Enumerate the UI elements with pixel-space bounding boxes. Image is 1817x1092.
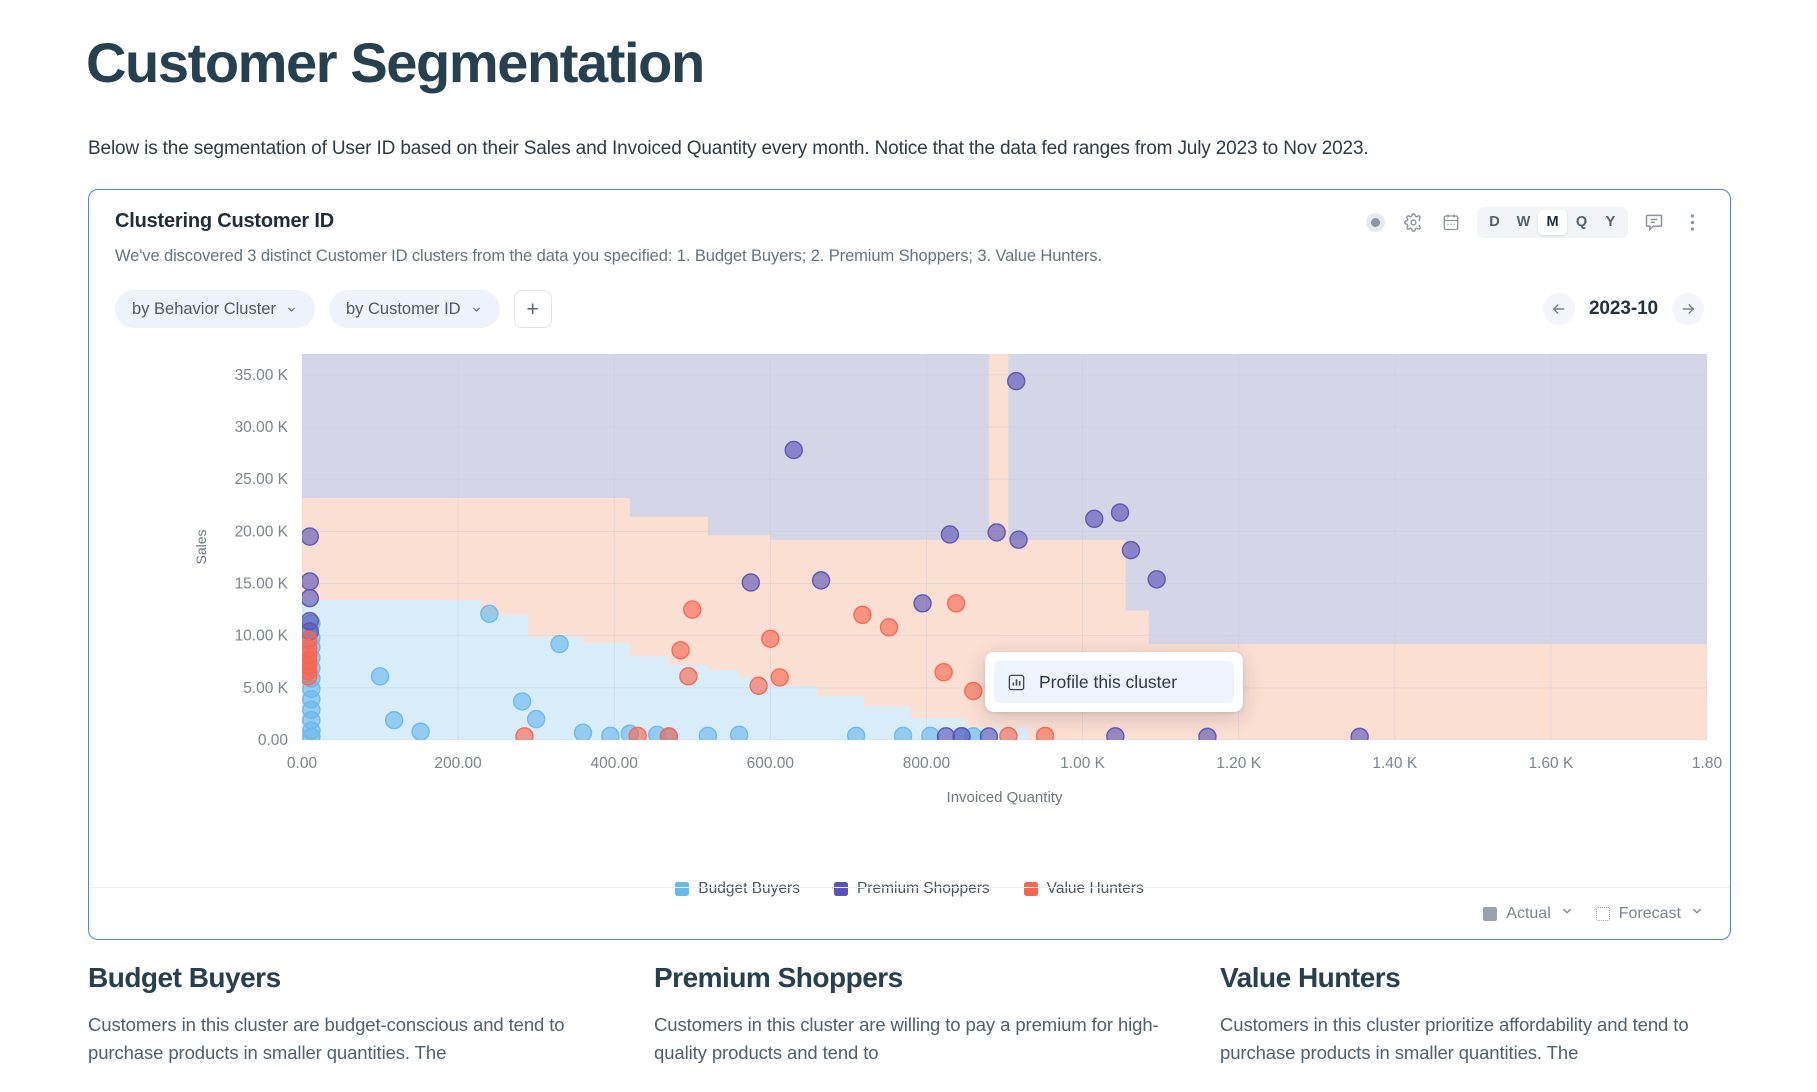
record-dot-icon[interactable]: [1359, 206, 1391, 238]
dotted-square-icon: [1595, 906, 1610, 921]
granularity-m[interactable]: M: [1538, 209, 1567, 235]
svg-text:1.80: 1.80: [1692, 755, 1723, 772]
profile-this-cluster-label: Profile this cluster: [1039, 671, 1178, 692]
add-filter-button[interactable]: +: [513, 290, 552, 328]
scatter-plot-svg[interactable]: 0.00 5.00 K 10.00 K 15.00 K 20.00 K 25.00 K 30…: [89, 342, 1731, 872]
chip-behavior-cluster[interactable]: by Behavior Cluster: [115, 290, 315, 328]
kebab-menu-icon[interactable]: [1676, 206, 1708, 238]
page-title: Customer Segmentation: [86, 31, 705, 94]
svg-text:800.00: 800.00: [903, 755, 951, 772]
granularity-y[interactable]: Y: [1596, 210, 1625, 235]
cluster-body: Customers in this cluster are willing to…: [654, 1014, 1159, 1064]
cluster-body: Customers in this cluster prioritize aff…: [1220, 1014, 1689, 1064]
arrow-right-icon[interactable]: [1672, 293, 1704, 325]
gear-icon[interactable]: [1397, 206, 1429, 238]
chip-customer-id[interactable]: by Customer ID: [328, 290, 500, 328]
cluster-column-budget-buyers: Budget Buyers Customers in this cluster …: [88, 962, 598, 1067]
app-page: Customer Segmentation Below is the segme…: [0, 0, 1817, 1092]
calendar-icon[interactable]: [1435, 206, 1467, 238]
granularity-segmented-control[interactable]: D W M Q Y: [1477, 206, 1628, 238]
svg-text:200.00: 200.00: [434, 755, 482, 772]
cluster-descriptions: Budget Buyers Customers in this cluster …: [88, 962, 1731, 1067]
chevron-down-icon: [1690, 904, 1704, 923]
svg-text:5.00 K: 5.00 K: [243, 680, 288, 697]
card-footer: Actual Forecast: [89, 887, 1730, 939]
svg-text:20.00 K: 20.00 K: [235, 523, 289, 540]
card-description: We've discovered 3 distinct Customer ID …: [115, 247, 1102, 265]
actual-selector[interactable]: Actual: [1483, 904, 1573, 923]
granularity-d[interactable]: D: [1480, 210, 1509, 235]
svg-text:0.00: 0.00: [287, 755, 318, 772]
svg-text:25.00 K: 25.00 K: [235, 471, 289, 488]
bar-chart-icon: [1007, 673, 1026, 692]
scatter-plot[interactable]: 0.00 5.00 K 10.00 K 15.00 K 20.00 K 25.00 K 30…: [89, 342, 1731, 872]
chip-customer-id-label: by Customer ID: [345, 299, 461, 318]
svg-text:400.00: 400.00: [591, 755, 639, 772]
svg-text:30.00 K: 30.00 K: [235, 419, 289, 436]
svg-text:1.20 K: 1.20 K: [1216, 755, 1261, 772]
clustering-card: Clustering Customer ID We've discovered …: [88, 189, 1731, 940]
profile-this-cluster-item[interactable]: Profile this cluster: [994, 661, 1234, 703]
svg-text:600.00: 600.00: [747, 755, 795, 772]
svg-text:Sales: Sales: [193, 529, 209, 564]
cluster-column-value-hunters: Value Hunters Customers in this cluster …: [1220, 962, 1730, 1067]
granularity-q[interactable]: Q: [1567, 210, 1596, 235]
arrow-left-icon[interactable]: [1542, 293, 1575, 325]
date-navigation: 2023-10: [1542, 293, 1704, 325]
cluster-title: Budget Buyers: [88, 962, 281, 993]
svg-text:1.00 K: 1.00 K: [1060, 755, 1105, 772]
cluster-column-premium-shoppers: Premium Shoppers Customers in this clust…: [654, 962, 1164, 1067]
chevron-down-icon: [1560, 904, 1574, 923]
forecast-label: Forecast: [1618, 904, 1681, 922]
svg-text:0.00: 0.00: [258, 732, 289, 749]
chevron-down-icon: [285, 303, 298, 316]
cluster-title: Value Hunters: [1220, 962, 1401, 993]
svg-text:10.00 K: 10.00 K: [235, 628, 289, 645]
forecast-selector[interactable]: Forecast: [1595, 904, 1704, 923]
svg-text:35.00 K: 35.00 K: [235, 367, 289, 384]
date-label: 2023-10: [1588, 298, 1658, 319]
chevron-down-icon: [470, 303, 483, 316]
actual-label: Actual: [1506, 904, 1551, 922]
solid-square-icon: [1483, 906, 1498, 921]
svg-text:15.00 K: 15.00 K: [235, 576, 289, 593]
comment-icon[interactable]: [1638, 206, 1670, 238]
svg-text:1.60 K: 1.60 K: [1528, 755, 1573, 772]
svg-text:1.40 K: 1.40 K: [1372, 755, 1417, 772]
granularity-w[interactable]: W: [1509, 210, 1538, 235]
cluster-context-menu[interactable]: Profile this cluster: [985, 652, 1243, 712]
chip-behavior-cluster-label: by Behavior Cluster: [132, 299, 276, 318]
filters-row: by Behavior Cluster by Customer ID + 202…: [115, 290, 1704, 328]
card-toolbar: D W M Q Y: [1359, 206, 1708, 238]
cluster-body: Customers in this cluster are budget-con…: [88, 1014, 565, 1064]
svg-text:Invoiced Quantity: Invoiced Quantity: [947, 789, 1063, 806]
cluster-title: Premium Shoppers: [654, 962, 903, 993]
page-subtitle: Below is the segmentation of User ID bas…: [88, 138, 1369, 159]
